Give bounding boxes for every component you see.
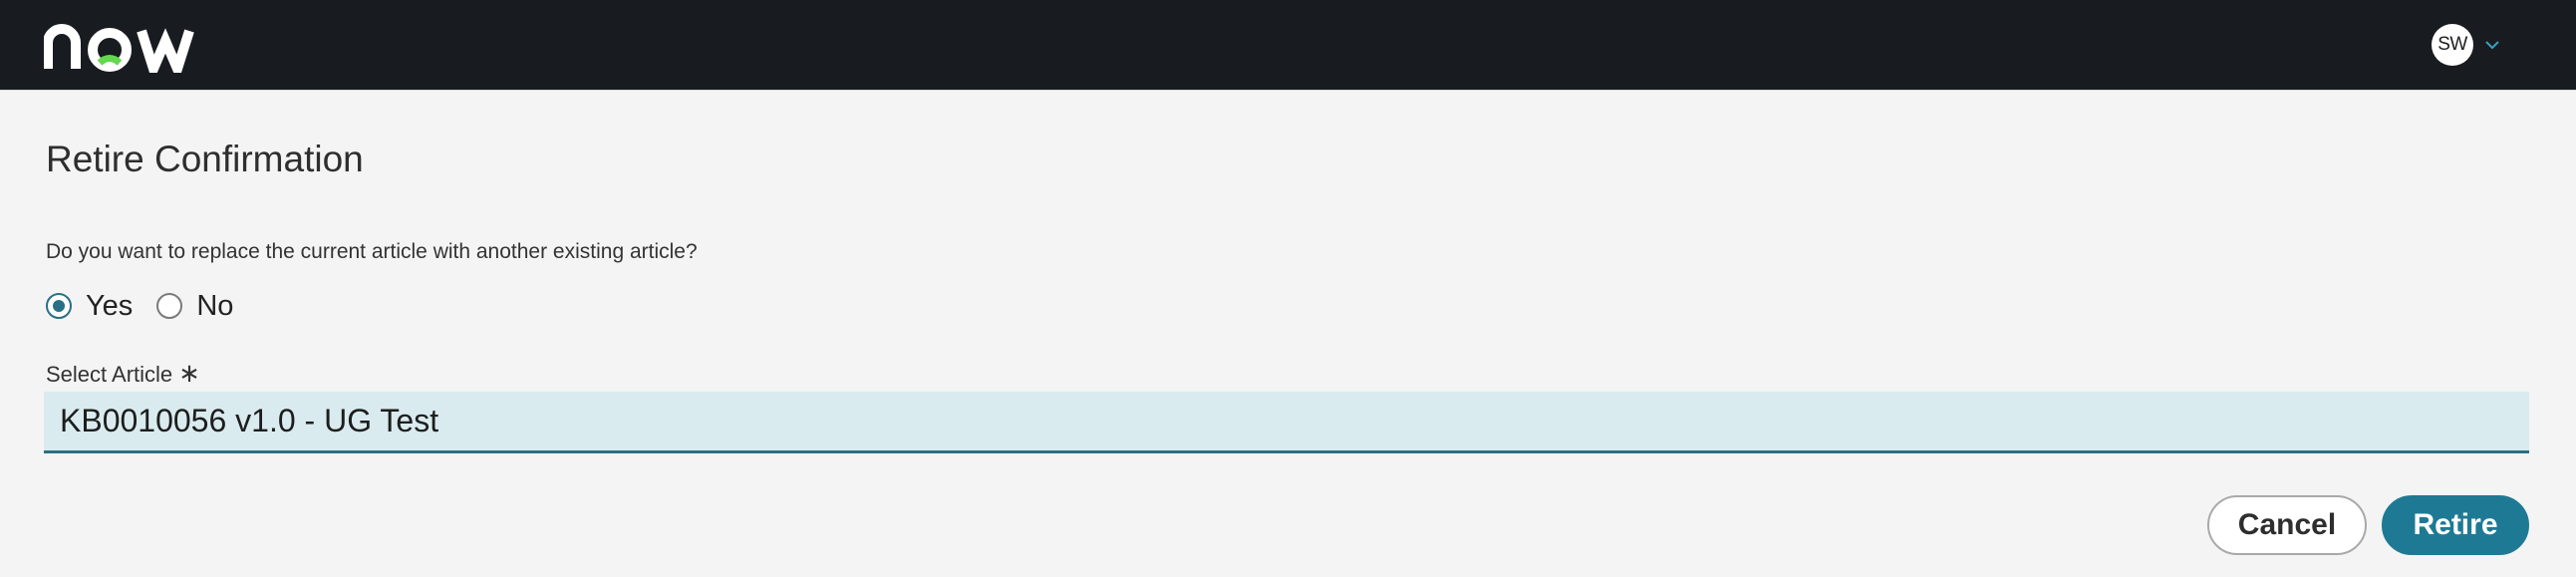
no-radio-label[interactable]: No [196,290,233,323]
dialog-title: Retire Confirmation [46,139,364,179]
required-marker: ∗ [178,358,200,388]
yes-radio[interactable] [46,293,72,319]
no-radio[interactable] [156,293,183,319]
user-avatar[interactable]: SW [2432,24,2473,66]
replace-question: Do you want to replace the current artic… [46,240,698,263]
replace-radio-group: Yes No [46,288,257,324]
select-article-input[interactable] [44,392,2529,453]
servicenow-logo[interactable] [44,17,213,73]
top-navigation-bar: SW [0,0,2576,90]
select-article-label-text: Select Article [46,362,173,387]
select-article-label: Select Article ∗ [46,358,200,389]
chevron-down-icon[interactable] [2483,38,2501,52]
retire-confirmation-dialog: Retire Confirmation Do you want to repla… [0,90,2576,577]
retire-button[interactable]: Retire [2382,495,2529,555]
yes-radio-label[interactable]: Yes [86,290,133,323]
cancel-button[interactable]: Cancel [2207,495,2367,555]
